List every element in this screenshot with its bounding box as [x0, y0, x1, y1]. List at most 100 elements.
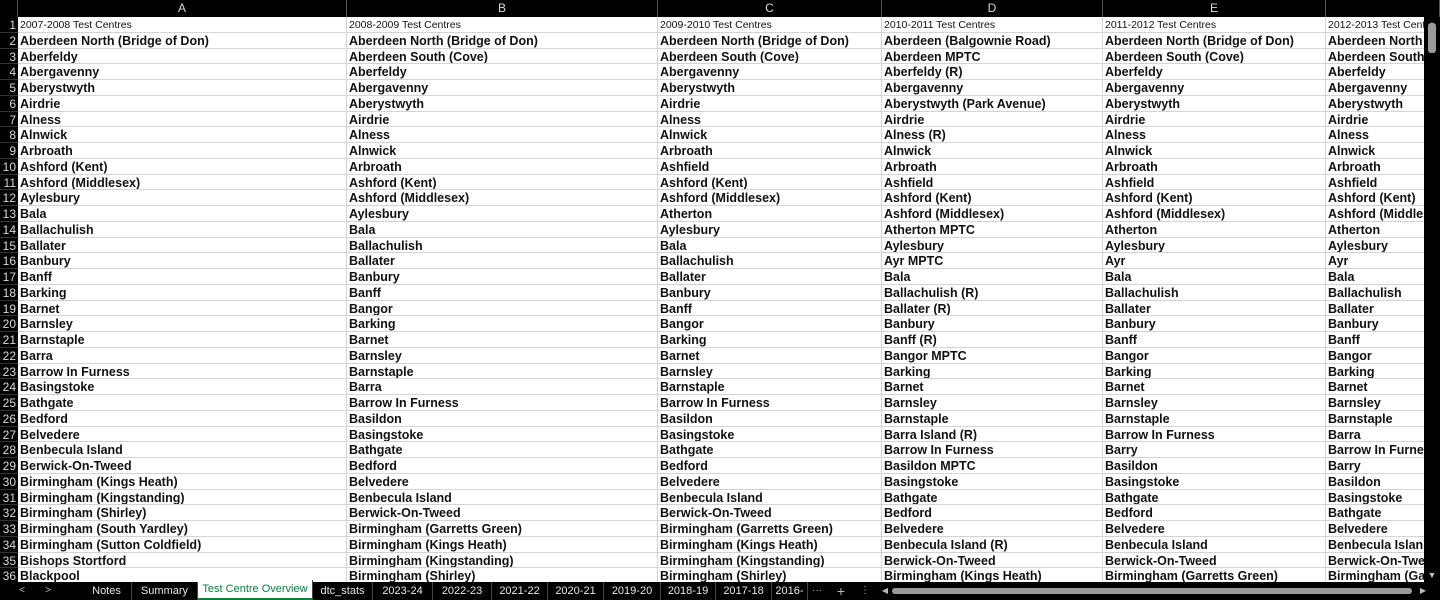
table-cell[interactable]: Basildon — [1103, 458, 1326, 474]
table-cell[interactable]: Barking — [1326, 363, 1440, 380]
table-cell[interactable]: Ashford (Kent) — [347, 174, 658, 191]
row-number[interactable]: 20 — [0, 316, 18, 332]
table-cell[interactable]: Barry — [1326, 458, 1440, 474]
table-cell[interactable]: Aberystwyth (Park Avenue) — [882, 95, 1103, 112]
table-cell[interactable]: Banbury — [658, 284, 882, 301]
table-cell[interactable]: Birmingham (Kingstanding) — [347, 552, 658, 569]
table-cell[interactable]: Benbecula Island — [658, 489, 882, 506]
table-cell[interactable]: Arbroath — [347, 158, 658, 175]
table-cell[interactable]: Ballater — [1103, 300, 1326, 317]
row-number[interactable]: 6 — [0, 95, 18, 112]
table-cell[interactable]: Arbroath — [658, 143, 882, 159]
table-cell[interactable]: Bala — [1326, 269, 1440, 285]
table-cell[interactable]: Barnstaple — [1326, 410, 1440, 427]
table-cell[interactable]: Alnwick — [658, 127, 882, 143]
table-cell[interactable]: Barrow In Furness — [18, 363, 347, 380]
table-cell[interactable]: Basildon — [658, 410, 882, 427]
table-cell[interactable]: Barking — [18, 284, 347, 301]
table-cell[interactable]: Bala — [347, 221, 658, 238]
table-cell[interactable]: Aberystwyth — [18, 80, 347, 96]
table-cell[interactable]: Bala — [18, 206, 347, 222]
table-cell[interactable]: Aylesbury — [882, 237, 1103, 254]
table-cell[interactable]: Abergavenny — [882, 80, 1103, 96]
table-cell[interactable]: Ashford (Kent) — [18, 158, 347, 175]
table-cell[interactable]: Barnstaple — [347, 363, 658, 380]
table-cell[interactable]: Berwick-On-Tweed — [18, 458, 347, 474]
horizontal-scroll-thumb[interactable] — [892, 588, 1412, 594]
table-cell[interactable]: Aberystwyth — [1103, 95, 1326, 112]
table-cell[interactable]: Aberfeldy — [1103, 64, 1326, 80]
table-cell[interactable]: Aberdeen North — [1326, 32, 1440, 49]
table-cell[interactable]: Berwick-On-Twe — [1326, 552, 1440, 569]
table-cell[interactable]: Alnwick — [1103, 143, 1326, 159]
table-cell[interactable]: Barnsley — [1326, 395, 1440, 411]
table-cell[interactable]: Ashford (Middlesex) — [1103, 206, 1326, 222]
table-cell[interactable]: Aylesbury — [1103, 237, 1326, 254]
table-cell[interactable]: Barnstaple — [882, 410, 1103, 427]
table-cell[interactable]: Birmingham (Shirley) — [658, 568, 882, 582]
table-cell[interactable]: Aberdeen North (Bridge of Don) — [1103, 32, 1326, 49]
table-cell[interactable]: Banff — [658, 300, 882, 317]
table-cell[interactable]: Barnet — [1103, 379, 1326, 395]
column-header[interactable]: D — [882, 0, 1103, 17]
table-cell[interactable]: Banff (R) — [882, 332, 1103, 348]
table-cell[interactable]: Berwick-On-Tweed — [882, 552, 1103, 569]
table-cell[interactable]: Benbecula Island — [1103, 536, 1326, 553]
table-cell[interactable]: Barking — [658, 332, 882, 348]
table-cell[interactable]: Bedford — [882, 505, 1103, 521]
table-cell[interactable]: Aberfeldy — [18, 48, 347, 65]
table-cell[interactable]: Airdrie — [658, 95, 882, 112]
table-cell[interactable]: Barnsley — [347, 347, 658, 364]
table-cell[interactable]: Bala — [658, 237, 882, 254]
table-cell[interactable]: Bangor — [1103, 347, 1326, 364]
row-number[interactable]: 4 — [0, 64, 18, 80]
table-cell[interactable]: Birmingham (Garretts Green) — [347, 521, 658, 537]
table-cell[interactable]: Birmingham (Kings Heath) — [882, 568, 1103, 582]
tab-scroll-left-icon[interactable]: < — [12, 582, 32, 600]
row-number[interactable]: 18 — [0, 284, 18, 301]
table-cell[interactable]: Abergavenny — [1103, 80, 1326, 96]
table-cell[interactable]: Aberdeen South (Cove) — [1103, 48, 1326, 65]
table-cell[interactable]: Benbecula Islan — [1326, 536, 1440, 553]
add-sheet-icon[interactable]: + — [832, 582, 850, 600]
table-cell[interactable]: Birmingham (Ga — [1326, 568, 1440, 582]
table-cell[interactable]: Aberystwyth — [658, 80, 882, 96]
row-number[interactable]: 31 — [0, 489, 18, 506]
sheet-tab[interactable]: 2017-18 — [716, 582, 772, 600]
table-cell[interactable]: Barrow In Furnes — [1326, 442, 1440, 458]
table-cell[interactable]: Bangor — [1326, 347, 1440, 364]
table-cell[interactable]: Barnsley — [882, 395, 1103, 411]
horizontal-scrollbar[interactable]: ◀ ▶ — [880, 585, 1428, 597]
table-cell[interactable]: Arbroath — [882, 158, 1103, 175]
table-cell[interactable]: Bedford — [18, 410, 347, 427]
table-cell[interactable]: Basingstoke — [1326, 489, 1440, 506]
table-cell[interactable]: Banbury — [18, 253, 347, 269]
row-number[interactable]: 24 — [0, 379, 18, 395]
sheet-tab[interactable]: Test Centre Overview — [198, 580, 313, 600]
column-header[interactable] — [1326, 0, 1440, 17]
row-number[interactable]: 9 — [0, 143, 18, 159]
row-number[interactable]: 27 — [0, 426, 18, 443]
table-cell[interactable]: Alness — [18, 111, 347, 128]
table-cell[interactable]: Ashfield — [1326, 174, 1440, 191]
table-cell[interactable]: Atherton — [658, 206, 882, 222]
table-cell[interactable]: Arbroath — [18, 143, 347, 159]
table-cell[interactable]: Banbury — [1326, 316, 1440, 332]
table-cell[interactable]: Banbury — [882, 316, 1103, 332]
table-cell[interactable]: Birmingham (Kingstanding) — [658, 552, 882, 569]
table-cell[interactable]: Aylesbury — [658, 221, 882, 238]
table-cell[interactable]: Aberystwyth — [347, 95, 658, 112]
sheet-tab[interactable]: 2020-21 — [548, 582, 604, 600]
table-cell[interactable]: Ashford (Middlesex) — [658, 190, 882, 206]
header-cell[interactable]: 2012-2013 Test Centres — [1326, 17, 1440, 33]
table-cell[interactable]: Arbroath — [1326, 158, 1440, 175]
table-cell[interactable]: Airdrie — [18, 95, 347, 112]
table-cell[interactable]: Ballachulish — [658, 253, 882, 269]
table-cell[interactable]: Aberystwyth — [1326, 95, 1440, 112]
table-cell[interactable]: Ashford (Middlesex) — [882, 206, 1103, 222]
sheet-tab[interactable]: 2016- — [772, 582, 808, 600]
table-cell[interactable]: Abergavenny — [1326, 80, 1440, 96]
table-cell[interactable]: Basingstoke — [18, 379, 347, 395]
table-cell[interactable]: Ayr MPTC — [882, 253, 1103, 269]
table-cell[interactable]: Aylesbury — [18, 190, 347, 206]
